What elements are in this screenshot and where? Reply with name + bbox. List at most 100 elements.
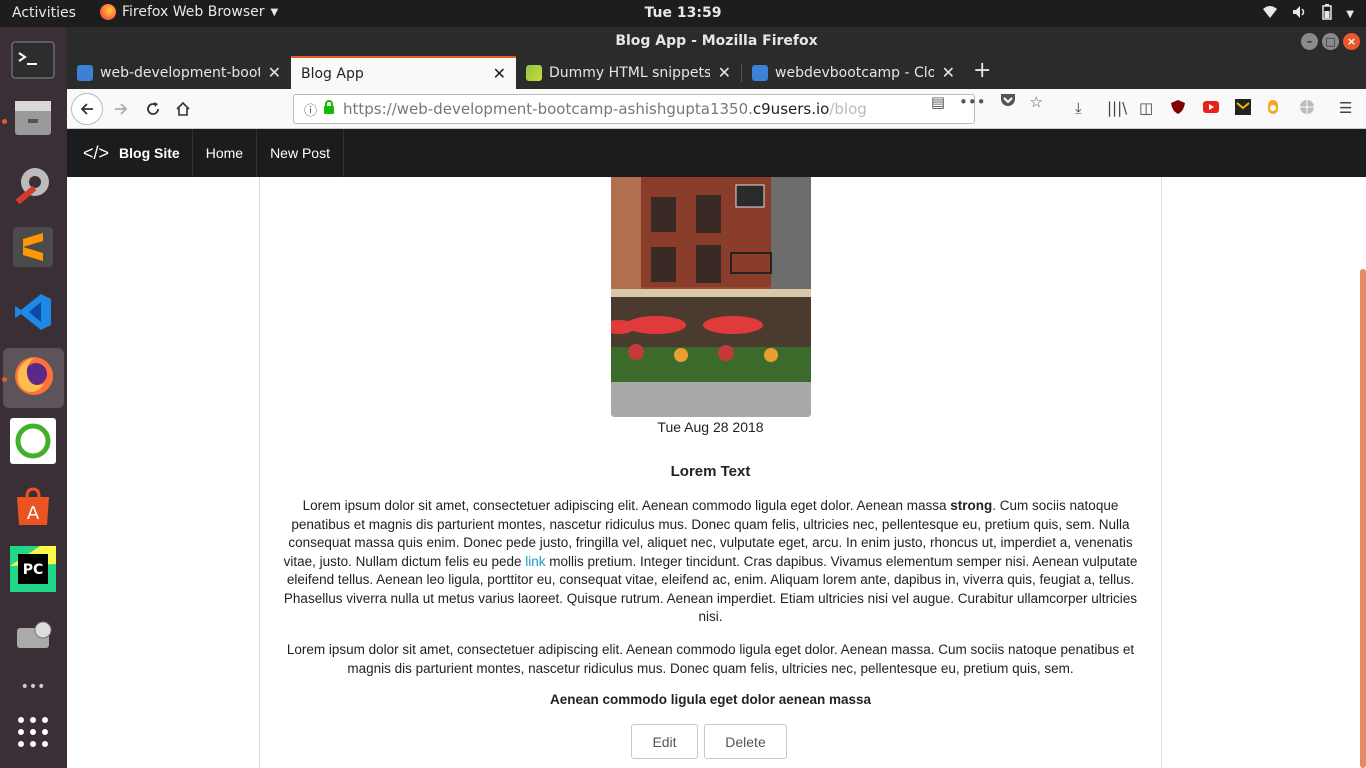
dock-anaconda[interactable] [9, 418, 57, 468]
forward-button[interactable] [107, 95, 135, 123]
navigation-toolbar: ⓘ https://web-development-bootcamp-ashis… [67, 89, 1366, 129]
post-paragraph: Lorem ipsum dolor sit amet, consectetuer… [286, 642, 1135, 676]
tab-blog-app[interactable]: Blog App ✕ [291, 56, 516, 89]
info-icon[interactable]: ⓘ [304, 100, 317, 119]
extension-icon[interactable] [1267, 99, 1279, 119]
terminal-icon [11, 41, 55, 83]
sidebar-icon[interactable]: ◫ [1139, 99, 1153, 117]
reader-view-icon[interactable]: ▤ [931, 93, 945, 111]
url-path: /blog [829, 100, 867, 118]
dock-firefox[interactable] [3, 348, 64, 408]
post-paragraph: Lorem ipsum dolor sit amet, consectetuer… [283, 498, 1138, 624]
minimize-button[interactable]: – [1301, 33, 1318, 50]
delete-button[interactable]: Delete [704, 724, 787, 759]
printer-icon [11, 612, 55, 660]
firefox-icon [12, 354, 56, 402]
post-image [611, 177, 811, 417]
dock-settings[interactable] [9, 162, 57, 210]
app-grid-icon [17, 716, 49, 752]
edit-button[interactable]: Edit [631, 724, 698, 759]
home-button[interactable] [169, 95, 197, 123]
site-brand[interactable]: </> Blog Site [67, 129, 193, 177]
url-bar[interactable]: ⓘ https://web-development-bootcamp-ashis… [293, 94, 975, 124]
dock-sublime[interactable] [9, 225, 57, 273]
downloads-icon[interactable]: ⤓ [1075, 99, 1082, 117]
running-indicator [2, 119, 7, 124]
reload-button[interactable] [139, 95, 167, 123]
close-icon[interactable]: ✕ [718, 63, 731, 82]
dock-software[interactable]: A [9, 485, 57, 533]
post-title: Lorem Text [670, 463, 751, 480]
post-container: Tue Aug 28 2018 Lorem Text Lorem ipsum d… [259, 177, 1162, 768]
back-button[interactable] [71, 93, 103, 125]
ublock-origin-icon[interactable] [1170, 99, 1186, 119]
system-tools-icon [11, 162, 55, 210]
system-top-bar: Activities Firefox Web Browser ▼ Tue 13:… [0, 0, 1366, 27]
window-title: Blog App - Mozilla Firefox [615, 33, 818, 49]
dock-vscode[interactable] [9, 290, 57, 338]
maximize-button[interactable]: □ [1322, 33, 1339, 50]
dock-pycharm[interactable]: PC [9, 546, 57, 596]
tab-dummy-html[interactable]: Dummy HTML snippets f ✕ [516, 56, 741, 89]
close-icon[interactable]: ✕ [493, 64, 506, 83]
software-center-icon: A [11, 485, 55, 533]
globe-icon[interactable] [1299, 99, 1315, 119]
cloud9-icon [752, 64, 768, 81]
extension-icon[interactable] [1235, 99, 1251, 119]
battery-icon [1322, 4, 1333, 24]
library-icon[interactable]: |||\ [1107, 99, 1127, 117]
close-window-button[interactable]: × [1343, 33, 1360, 50]
video-extension-icon[interactable] [1203, 99, 1219, 117]
site-navbar: </> Blog Site Home New Post [67, 129, 1366, 177]
cloud9-icon [77, 64, 93, 81]
page-actions: ▤ ••• ☆ [931, 93, 1043, 111]
scrollbar-thumb[interactable] [1360, 269, 1366, 768]
page-actions-menu-icon[interactable]: ••• [959, 93, 986, 111]
url-host: c9users.io [752, 100, 830, 118]
wifi-icon [1262, 5, 1278, 23]
pycharm-icon: PC [10, 546, 56, 596]
dock-files[interactable] [9, 95, 57, 143]
dock-printer[interactable] [9, 612, 57, 660]
tab-strip: web-development-boot ✕ Blog App ✕ Dummy … [67, 56, 1366, 89]
code-icon: </> [83, 142, 110, 163]
hamburger-menu-icon[interactable]: ☰ [1339, 99, 1352, 117]
bookmark-star-icon[interactable]: ☆ [1030, 93, 1043, 111]
sublime-text-icon [11, 225, 55, 273]
dock-more[interactable]: ••• [9, 672, 57, 702]
tab-web-development[interactable]: web-development-boot ✕ [67, 56, 291, 89]
close-icon[interactable]: ✕ [268, 63, 281, 82]
show-applications-button[interactable] [9, 710, 57, 758]
lock-icon [323, 100, 335, 118]
url-prefix: https://web-development-bootcamp-ashishg… [343, 100, 753, 118]
post-date: Tue Aug 28 2018 [657, 419, 764, 435]
chevron-down-icon: ▼ [1346, 8, 1354, 20]
clock[interactable]: Tue 13:59 [0, 5, 1366, 21]
vscode-icon [11, 290, 55, 338]
system-tray[interactable]: ▼ [1262, 4, 1354, 24]
svg-text:PC: PC [23, 562, 44, 578]
nav-home-link[interactable]: Home [193, 129, 258, 177]
window-titlebar[interactable]: Blog App - Mozilla Firefox – □ × [67, 27, 1366, 56]
running-indicator [2, 377, 7, 382]
dock: A PC ••• [0, 27, 67, 768]
inline-link[interactable]: link [525, 554, 545, 569]
pocket-icon[interactable] [1000, 93, 1016, 111]
firefox-window: Blog App - Mozilla Firefox – □ × web-dev… [67, 27, 1366, 768]
anaconda-icon [10, 418, 56, 468]
volume-icon [1292, 5, 1308, 23]
snippet-icon [526, 64, 542, 81]
site-brand-label: Blog Site [119, 145, 180, 161]
page-scrollbar[interactable] [1360, 177, 1366, 768]
files-icon [11, 95, 55, 143]
window-controls: – □ × [1301, 33, 1360, 50]
new-tab-button[interactable]: + [973, 58, 991, 83]
dock-terminal[interactable] [9, 38, 57, 86]
close-icon[interactable]: ✕ [942, 63, 955, 82]
nav-new-post-link[interactable]: New Post [257, 129, 344, 177]
post-subheading: Aenean commodo ligula eget dolor aenean … [549, 692, 872, 707]
ellipsis-icon: ••• [20, 679, 46, 695]
page-viewport: </> Blog Site Home New Post Tue Aug 28 2… [67, 129, 1366, 768]
svg-text:A: A [27, 503, 40, 524]
tab-webdevbootcamp[interactable]: webdevbootcamp - Clou ✕ [742, 56, 965, 89]
